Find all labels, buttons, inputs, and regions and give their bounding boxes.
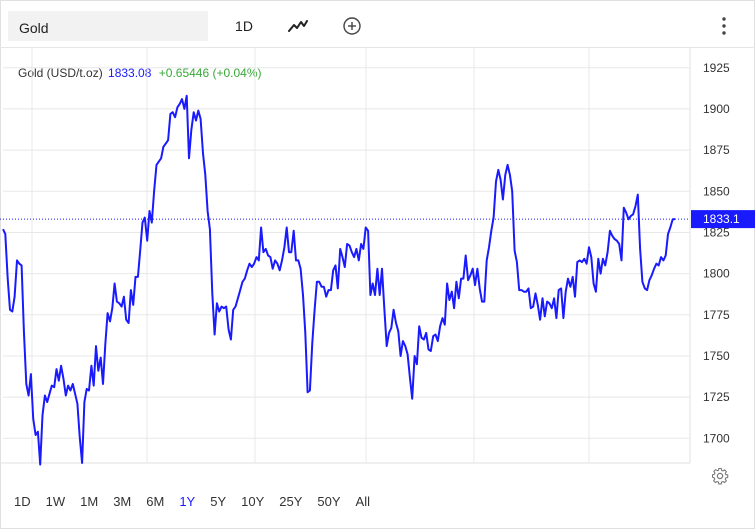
chart-type-button[interactable] [284, 12, 312, 40]
range-25y[interactable]: 25Y [279, 494, 302, 514]
range-3m[interactable]: 3M [113, 494, 131, 514]
toolbar: Gold 1D [0, 0, 755, 48]
y-tick-label: 1850 [703, 184, 730, 198]
price-series-line [2, 94, 676, 466]
y-tick-label: 1900 [703, 102, 730, 116]
range-1y[interactable]: 1Y [179, 494, 195, 514]
add-circle-icon [343, 17, 361, 35]
range-6m[interactable]: 6M [146, 494, 164, 514]
range-1d[interactable]: 1D [14, 494, 31, 514]
y-tick-label: 1750 [703, 349, 730, 363]
range-50y[interactable]: 50Y [317, 494, 340, 514]
more-menu-button[interactable] [714, 12, 734, 40]
last-price-label: 1833.1 [703, 212, 740, 226]
add-comparison-button[interactable] [338, 12, 366, 40]
y-tick-label: 1875 [703, 143, 730, 157]
line-chart-icon [288, 20, 308, 32]
range-10y[interactable]: 10Y [241, 494, 264, 514]
price-chart[interactable]: 1700172517501775180018251850187519001925… [0, 48, 755, 468]
y-tick-label: 1700 [703, 431, 730, 445]
range-1m[interactable]: 1M [80, 494, 98, 514]
range-selector: 1D 1W 1M 3M 6M 1Y 5Y 10Y 25Y 50Y All [14, 494, 385, 514]
y-tick-label: 1775 [703, 308, 730, 322]
more-vertical-icon [722, 17, 726, 35]
range-all[interactable]: All [356, 494, 370, 514]
interval-button[interactable]: 1D [230, 12, 258, 40]
range-1w[interactable]: 1W [46, 494, 66, 514]
symbol-search-input[interactable]: Gold [8, 11, 208, 41]
y-tick-label: 1800 [703, 267, 730, 281]
y-tick-label: 1725 [703, 390, 730, 404]
settings-gear-icon[interactable] [711, 467, 729, 485]
range-5y[interactable]: 5Y [210, 494, 226, 514]
y-tick-label: 1925 [703, 61, 730, 75]
